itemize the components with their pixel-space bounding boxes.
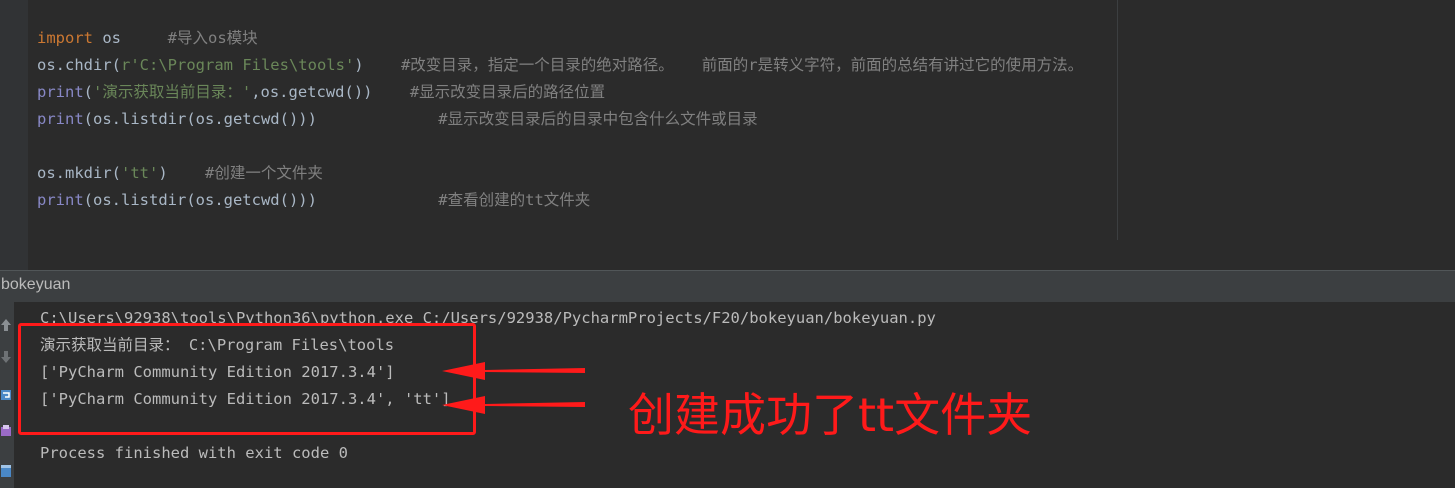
up-arrow-icon[interactable]	[0, 318, 12, 332]
code-token: 'tt'	[121, 164, 159, 182]
code-token: (os.listdir(os.getcwd()))	[83, 110, 439, 128]
code-token: r'C:\Program Files\tools'	[121, 56, 355, 74]
code-token: #导入os模块	[167, 29, 258, 47]
clear-all-icon[interactable]	[0, 464, 12, 478]
code-line[interactable]: print(os.listdir(os.getcwd())) #查看创建的tt文…	[37, 187, 590, 214]
code-token: ,os.getcwd())	[251, 83, 410, 101]
code-token: os.chdir(	[37, 56, 121, 74]
annotation-text: 创建成功了tt文件夹	[628, 388, 1033, 442]
right-margin-guide	[1117, 0, 1118, 240]
code-line[interactable]: os.mkdir('tt') #创建一个文件夹	[37, 160, 323, 187]
code-line[interactable]: import os #导入os模块	[37, 25, 258, 52]
code-token: os	[93, 29, 168, 47]
code-token: #查看创建的tt文件夹	[438, 191, 591, 209]
code-token: os.mkdir(	[37, 164, 121, 182]
code-token: print	[37, 110, 84, 128]
code-token: )	[354, 56, 401, 74]
print-icon[interactable]	[0, 424, 12, 438]
editor-bottom-space	[0, 240, 1455, 270]
code-token: '演示获取当前目录：'	[93, 83, 252, 101]
down-arrow-icon[interactable]	[0, 350, 12, 364]
code-token: #显示改变目录后的路径位置	[409, 83, 606, 101]
run-tab-title[interactable]: bokeyuan	[1, 276, 70, 294]
code-token: print	[37, 191, 84, 209]
editor-gutter[interactable]	[0, 0, 28, 240]
code-line[interactable]: print('演示获取当前目录：',os.getcwd()) #显示改变目录后的…	[37, 79, 605, 106]
run-toolbar	[0, 302, 14, 488]
console-line: Process finished with exit code 0	[40, 444, 348, 462]
code-line[interactable]: print(os.listdir(os.getcwd())) #显示改变目录后的…	[37, 106, 758, 133]
code-token: print	[37, 83, 84, 101]
code-token: (os.listdir(os.getcwd()))	[83, 191, 439, 209]
code-editor[interactable]: import os #导入os模块 os.chdir(r'C:\Program F…	[0, 0, 1455, 240]
soft-wrap-icon[interactable]	[0, 388, 12, 402]
run-tool-window-header[interactable]: bokeyuan	[0, 270, 1455, 302]
arrow-icon	[442, 362, 585, 380]
code-token: import	[37, 29, 93, 47]
code-token: #改变目录，指定一个目录的绝对路径。 前面的r是转义字符，前面的总结有讲过它的使…	[400, 56, 1084, 74]
code-token: )	[158, 164, 205, 182]
code-token: #创建一个文件夹	[205, 164, 323, 182]
highlight-box	[18, 323, 476, 435]
code-token: (	[83, 83, 94, 101]
arrow-icon	[442, 396, 585, 414]
code-line[interactable]: os.chdir(r'C:\Program Files\tools') #改变目…	[37, 52, 1083, 79]
code-token: #显示改变目录后的目录中包含什么文件或目录	[438, 110, 758, 128]
